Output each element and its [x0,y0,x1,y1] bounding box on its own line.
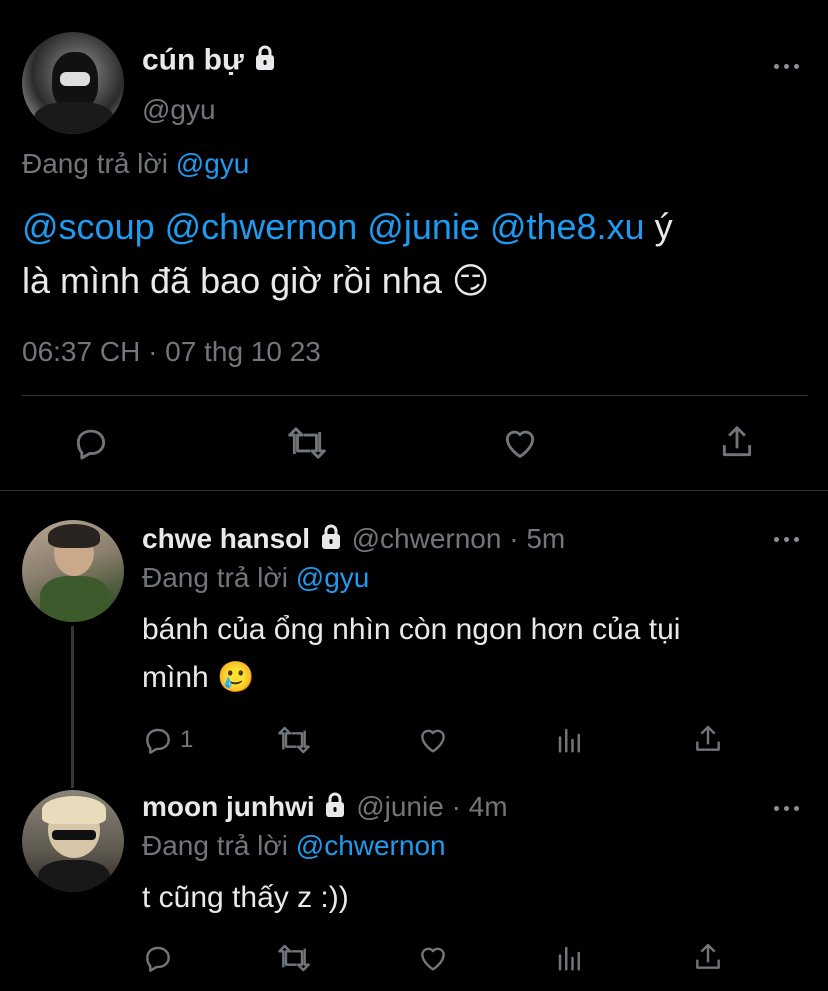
retweet-icon[interactable] [286,424,328,462]
replying-to-link[interactable]: @gyu [176,148,250,179]
divider [0,490,828,491]
share-icon[interactable] [692,722,724,756]
reply-handle[interactable]: @junie [356,791,444,822]
reply-icon[interactable] [72,424,110,462]
avatar-cun-bu[interactable] [22,32,124,134]
mention-link[interactable]: @chwernon [165,206,358,247]
like-icon[interactable] [416,942,450,974]
lock-icon [322,791,348,827]
reply-icon[interactable] [142,724,174,756]
reply-icon[interactable] [142,942,174,974]
mention-link[interactable]: @scoup [22,206,155,247]
views-icon[interactable] [555,942,585,974]
divider [22,395,808,396]
like-icon[interactable] [500,424,540,462]
main-handle[interactable]: @gyu [142,94,216,126]
main-timestamp[interactable]: 06:37 CH · 07 thg 10 23 [22,336,321,368]
share-icon[interactable] [692,940,724,974]
reply-handle[interactable]: @chwernon [352,523,502,554]
lock-icon [252,44,278,79]
retweet-icon[interactable] [276,942,312,974]
more-icon[interactable] [774,62,800,70]
like-icon[interactable] [416,724,450,756]
retweet-icon[interactable] [276,724,312,756]
views-icon[interactable] [555,724,585,756]
lock-icon [318,523,344,559]
reply-header: chwe hansol @chwernon · 5m [142,522,565,559]
reply-age: · 4m [451,791,508,822]
share-icon[interactable] [718,422,756,462]
thread-line [71,626,74,788]
crying-emoji: 🥲 [217,661,255,694]
mention-link[interactable]: @junie [367,206,480,247]
reply-display-name[interactable]: chwe hansol [142,523,310,554]
reply-count: 1 [180,726,194,753]
replying-to-link[interactable]: @gyu [296,562,370,593]
smirk-emoji: 😏 [451,260,490,301]
more-icon[interactable] [774,804,800,812]
replying-to-line: Đang trả lời @chwernon [142,830,446,861]
main-tweet-text: @scoup @chwernon @junie @the8.xu ý là mì… [22,206,673,301]
replying-to-line: Đang trả lời @gyu [22,148,250,179]
reply-text: bánh của ổng nhìn còn ngon hơn của tụi m… [142,613,681,694]
more-icon[interactable] [774,535,800,543]
reply-text: t cũng thấy z :)) [142,881,349,914]
avatar-moon-junhwi[interactable] [22,790,124,892]
replying-to-link[interactable]: @chwernon [296,830,446,861]
reply-header: moon junhwi @junie · 4m [142,790,508,827]
mention-link[interactable]: @the8.xu [490,206,645,247]
avatar-chwe-hansol[interactable] [22,520,124,622]
reply-display-name[interactable]: moon junhwi [142,791,315,822]
reply-age: · 5m [509,523,566,554]
replying-to-line: Đang trả lời @gyu [142,562,370,593]
main-display-name[interactable]: cún bự [142,44,278,79]
